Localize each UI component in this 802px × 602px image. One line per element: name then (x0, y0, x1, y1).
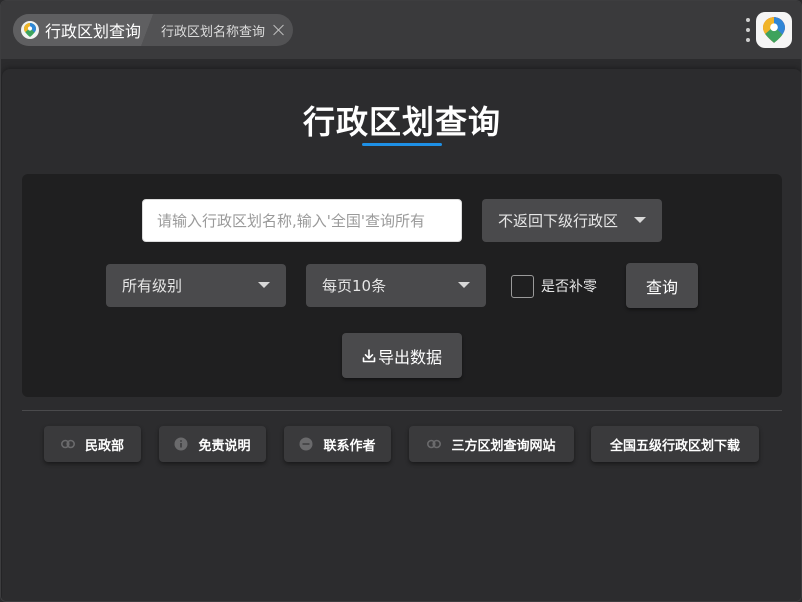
chat-icon (299, 437, 313, 451)
return-mode-select-value: 不返回下级行政区 (498, 212, 619, 230)
caret-down-icon (634, 217, 646, 223)
page-size-select[interactable]: 每页10条 (306, 264, 486, 307)
query-button-label: 查询 (645, 277, 678, 297)
info-icon (174, 437, 188, 451)
tab-home[interactable]: 行政区划查询 (13, 14, 154, 46)
link-disclaimer-button[interactable]: 免责说明 (159, 426, 266, 462)
link-icon (427, 439, 442, 449)
link-contact-label: 联系作者 (323, 438, 376, 454)
query-button[interactable]: 查询 (626, 263, 698, 308)
tab-name-query[interactable]: 行政区划名称查询 (147, 14, 285, 46)
map-pin-icon (21, 21, 39, 39)
page-size-select-value: 每页10条 (322, 277, 387, 295)
page-title: 行政区划查询 (302, 103, 501, 141)
region-name-search-input[interactable] (142, 199, 462, 242)
tab-strip: 行政区划查询 行政区划名称查询 (13, 14, 294, 46)
title-bar: 行政区划查询 行政区划名称查询 (1, 1, 801, 59)
tab-name-query-label: 行政区划名称查询 (161, 24, 266, 40)
link-contact-button[interactable]: 联系作者 (284, 426, 391, 462)
link-third-party-label: 三方区划查询网站 (451, 438, 556, 454)
close-icon[interactable] (273, 24, 285, 36)
zero-pad-checkbox[interactable] (511, 274, 534, 298)
link-ministry-label: 民政部 (84, 438, 124, 454)
zero-pad-option[interactable]: 是否补零 (511, 274, 597, 298)
link-icon (60, 439, 75, 449)
link-download-button[interactable]: 全国五级行政区划下载 (591, 426, 759, 462)
app-logo-icon[interactable] (756, 12, 792, 48)
section-divider (22, 410, 782, 411)
zero-pad-label: 是否补零 (541, 279, 597, 295)
link-download-label: 全国五级行政区划下载 (609, 438, 740, 454)
link-third-party-button[interactable]: 三方区划查询网站 (409, 426, 574, 462)
caret-down-icon (458, 282, 470, 288)
level-select[interactable]: 所有级别 (106, 264, 286, 307)
export-data-button[interactable]: 导出数据 (342, 333, 462, 378)
export-data-button-label: 导出数据 (377, 347, 442, 367)
caret-down-icon (258, 282, 270, 288)
link-ministry-button[interactable]: 民政部 (44, 426, 141, 462)
level-select-value: 所有级别 (122, 277, 183, 295)
more-menu-icon[interactable] (745, 18, 751, 42)
download-icon (362, 348, 376, 363)
link-disclaimer-label: 免责说明 (198, 438, 251, 454)
tab-home-label: 行政区划查询 (45, 22, 142, 41)
app-window: 行政区划查询 行政区划名称查询 行政区划查询 不返回下级行政区 (0, 0, 802, 602)
return-mode-select[interactable]: 不返回下级行政区 (482, 199, 662, 242)
title-underline (362, 143, 442, 146)
